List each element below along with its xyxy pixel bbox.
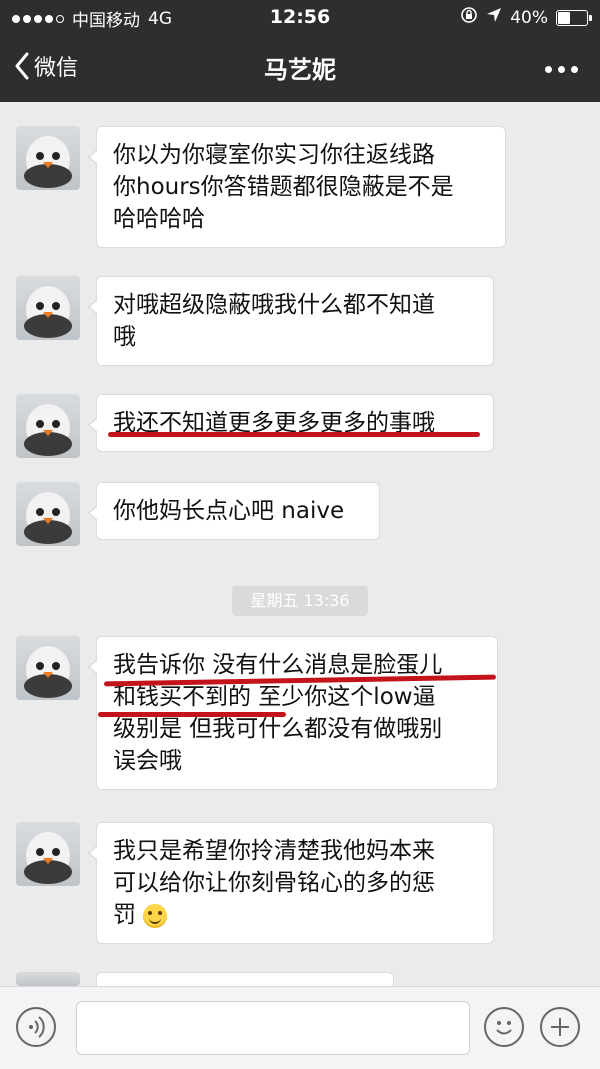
status-right: 40% [460, 6, 592, 29]
message-text: 可以给你让你刻骨铭心的多的惩 [113, 870, 435, 896]
avatar[interactable] [16, 276, 80, 340]
message-bubble[interactable]: 对哦超级隐蔽哦我什么都不知道 哦 [88, 276, 494, 366]
input-bar [0, 986, 600, 1069]
message-text: 哈哈哈哈 [113, 206, 205, 232]
orientation-lock-icon [460, 6, 478, 29]
status-bar: 中国移动 4G 12:56 40% [0, 0, 600, 34]
message-bubble[interactable]: 你以为你寝室你实习你往返线路 你hours你答错题都很隐蔽是不是 哈哈哈哈 [88, 126, 506, 248]
more-icon[interactable] [545, 66, 578, 73]
avatar[interactable] [16, 822, 80, 886]
message-bubble[interactable]: 我只是希望你拎清楚我他妈本来 可以给你让你刻骨铭心的多的惩 罚 [88, 822, 494, 944]
emoji-icon[interactable] [484, 1007, 524, 1047]
voice-icon[interactable] [16, 1007, 56, 1047]
message-text: 你hours你答错题都很隐蔽是不是 [113, 174, 454, 200]
chat-area[interactable]: 你以为你寝室你实习你往返线路 你hours你答错题都很隐蔽是不是 哈哈哈哈 对哦… [0, 102, 600, 1011]
highlight-underline [98, 712, 286, 717]
message-text: 你他妈长点心吧 naive [113, 498, 345, 524]
smile-emoji-icon [143, 903, 168, 928]
message-bubble[interactable]: 你他妈长点心吧 naive [88, 482, 380, 540]
highlight-underline [108, 432, 480, 437]
message-text: 哦 [113, 324, 136, 350]
avatar[interactable] [16, 126, 80, 190]
message-bubble[interactable]: 我还不知道更多更多更多的事哦 [88, 394, 494, 452]
avatar[interactable] [16, 482, 80, 546]
message-text: 误会哦 [113, 748, 182, 774]
message-text: 罚 [113, 902, 136, 928]
plus-icon[interactable] [540, 1007, 580, 1047]
avatar[interactable] [16, 972, 80, 986]
message-text: 级别是 但我可什么都没有做哦别 [113, 716, 443, 742]
avatar[interactable] [16, 394, 80, 458]
message-text: 和钱买不到的 至少你这个low逼 [113, 684, 436, 710]
message-text: 对哦超级隐蔽哦我什么都不知道 [113, 292, 435, 318]
timestamp-badge: 星期五 13:36 [232, 586, 368, 616]
message-input[interactable] [76, 1001, 470, 1055]
message-text: 我只是希望你拎清楚我他妈本来 [113, 838, 435, 864]
message-text: 你以为你寝室你实习你往返线路 [113, 142, 435, 168]
message-line: 罚 [113, 899, 477, 931]
nav-bar: 微信 马艺妮 [0, 34, 600, 102]
location-icon [486, 7, 502, 28]
chat-title: 马艺妮 [264, 56, 336, 84]
message-bubble[interactable] [88, 972, 394, 1011]
battery-percent: 40% [510, 7, 548, 28]
battery-icon [556, 9, 592, 26]
avatar[interactable] [16, 636, 80, 700]
